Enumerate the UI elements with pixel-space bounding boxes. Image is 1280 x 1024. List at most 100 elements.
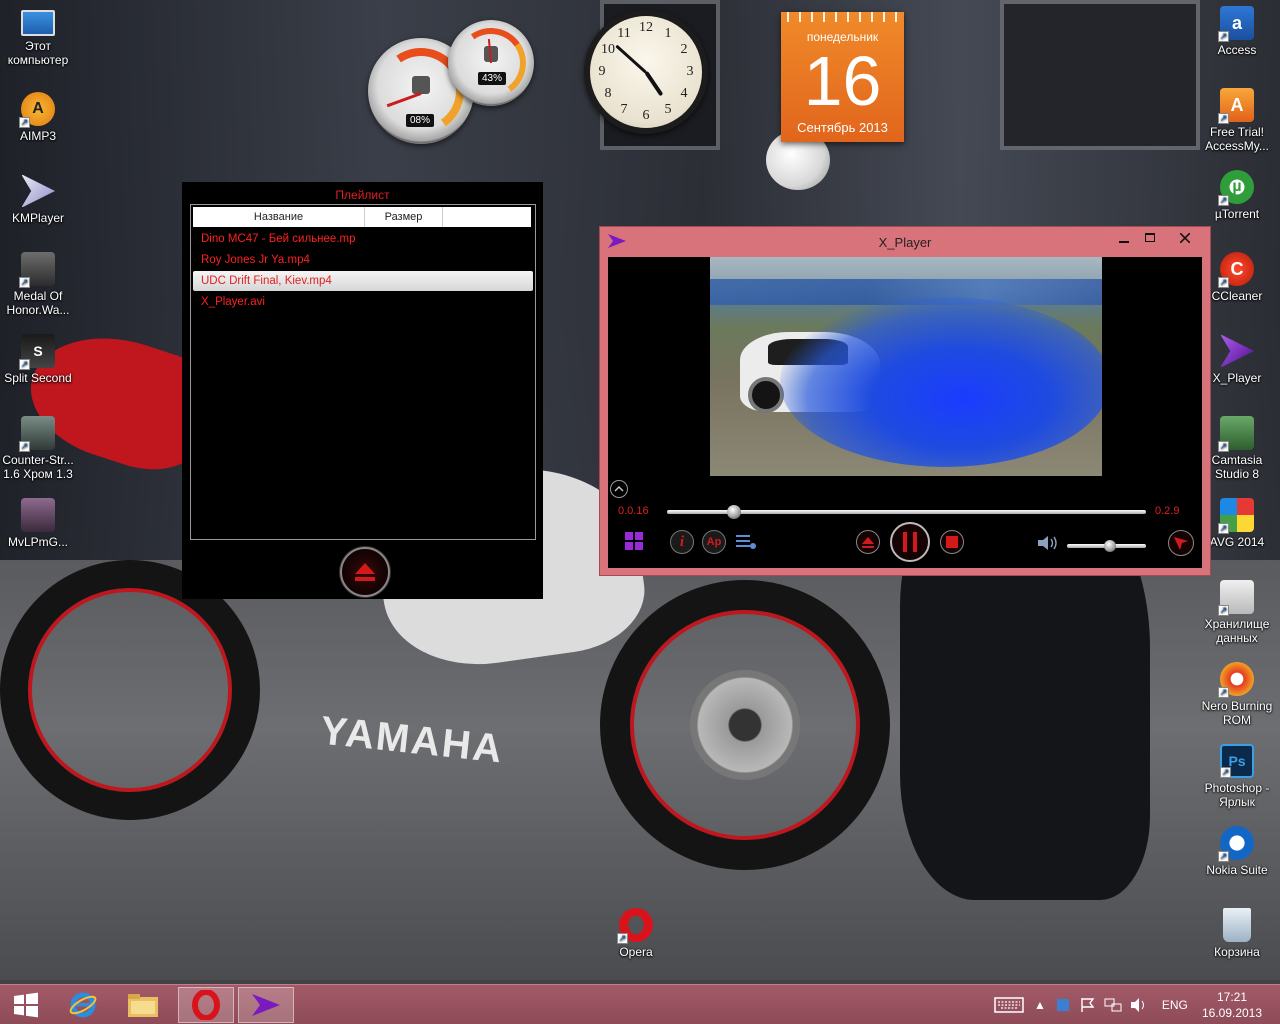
subtitles-button[interactable]: Ap: [702, 530, 726, 554]
desktop-icon-utorrent[interactable]: µ ↗ µTorrent: [1199, 170, 1275, 221]
video-smoke: [780, 297, 1102, 467]
maximize-icon: [1145, 233, 1155, 242]
calendar-gadget[interactable]: понедельник 16 Сентябрь 2013: [781, 12, 904, 142]
language-indicator[interactable]: ENG: [1162, 998, 1188, 1012]
stop-button[interactable]: [940, 530, 964, 554]
desktop-icon-kmplayer[interactable]: KMPlayer: [0, 174, 76, 225]
video-car-wheel: [748, 377, 784, 413]
keyboard-icon[interactable]: [994, 996, 1024, 1014]
desktop-icon-access[interactable]: a ↗ Access: [1199, 6, 1275, 57]
xplayer-window[interactable]: X_Player 0.0.16 0.2.9 i Ap: [599, 226, 1211, 576]
game-icon: ↗: [19, 416, 55, 452]
desktop-icon-label: CCleaner: [1211, 289, 1263, 303]
wallpaper-brake-disc: [690, 670, 800, 780]
eject-icon: [862, 536, 874, 548]
action-center-flag-icon[interactable]: [1080, 997, 1096, 1013]
game-icon: S ↗: [19, 334, 55, 370]
time-total: 0.2.9: [1155, 505, 1180, 517]
playlist-title: Плейлист: [335, 188, 390, 202]
volume-icon[interactable]: [1130, 997, 1148, 1013]
nokia-icon: ↗: [1218, 826, 1254, 862]
xplayer-icon: [252, 994, 280, 1016]
taskbar-xplayer[interactable]: [238, 987, 294, 1023]
avg-icon: ↗: [1218, 498, 1254, 534]
kmplayer-icon: [21, 174, 55, 208]
storage-icon: ↗: [1218, 580, 1254, 616]
clock-numeral: 3: [686, 64, 694, 79]
calendar-rings: [781, 12, 904, 22]
taskbar-internet-explorer[interactable]: [58, 987, 108, 1023]
desktop-icon-label: AVG 2014: [1209, 535, 1265, 549]
desktop-icon-aimp3[interactable]: A ↗ AIMP3: [0, 92, 76, 143]
network-icon[interactable]: [1104, 997, 1122, 1013]
menu-button[interactable]: [1168, 530, 1194, 556]
column-header-name[interactable]: Название: [193, 207, 365, 227]
playlist-item[interactable]: Dino MC47 - Бей сильнее.mp: [193, 229, 533, 249]
playlist-item[interactable]: X_Player.avi: [193, 292, 533, 312]
stop-icon: [946, 536, 958, 548]
column-header-size[interactable]: Размер: [365, 207, 443, 227]
subtitles-icon: Ap: [706, 536, 722, 548]
mute-button[interactable]: [1036, 533, 1060, 553]
desktop-icon-recycle-bin[interactable]: Корзина: [1199, 908, 1275, 959]
playlist-item-selected[interactable]: UDC Drift Final, Kiev.mp4: [193, 271, 533, 291]
maximize-button[interactable]: [1138, 227, 1162, 249]
playlist-toggle-button[interactable]: [734, 530, 758, 554]
desktop-icon-counter-strike[interactable]: ↗ Counter-Str... 1.6 Хром 1.3: [0, 416, 76, 481]
desktop-icon-storage[interactable]: ↗ Хранилище данных: [1199, 580, 1275, 645]
info-button[interactable]: i: [670, 530, 694, 554]
taskbar-opera[interactable]: [178, 987, 234, 1023]
desktop-icon-mvlpmg[interactable]: MvLPmG...: [0, 498, 76, 549]
playlist-list[interactable]: Название Размер Dino MC47 - Бей сильнее.…: [190, 204, 536, 540]
pause-button[interactable]: [890, 522, 930, 562]
clock-gadget[interactable]: 12 1 2 3 4 5 6 7 8 9 10 11: [584, 10, 708, 134]
eject-button[interactable]: [856, 530, 880, 554]
clock-numeral: 4: [680, 86, 688, 101]
wallpaper-rear-wheel: [0, 560, 260, 820]
opera-icon: [192, 990, 220, 1020]
collapse-button[interactable]: [610, 480, 628, 498]
desktop-icon-this-pc[interactable]: Этот компьютер: [0, 6, 76, 67]
start-button[interactable]: [4, 987, 48, 1023]
playlist-eject-button[interactable]: [340, 547, 390, 597]
desktop-icon-label: Opera: [619, 945, 653, 959]
network-adapter-icon[interactable]: [1056, 998, 1070, 1012]
access-trial-icon: A ↗: [1218, 88, 1254, 124]
clock-numeral: 9: [598, 64, 606, 79]
memory-meter-gadget[interactable]: 43%: [448, 20, 534, 106]
minimize-button[interactable]: [1110, 227, 1138, 249]
camtasia-icon: ↗: [1218, 416, 1254, 452]
internet-explorer-icon: [69, 992, 97, 1018]
playlist-item[interactable]: Roy Jones Jr Ya.mp4: [193, 250, 533, 270]
volume-slider[interactable]: [1067, 540, 1146, 552]
close-icon: [1180, 233, 1190, 243]
desktop-icon-access-trial[interactable]: A ↗ Free Trial! AccessMy...: [1199, 88, 1275, 153]
desktop-icon-label: Photoshop - Ярлык: [1204, 781, 1270, 809]
seek-thumb[interactable]: [727, 505, 742, 519]
desktop-icon-opera[interactable]: ↗ Opera: [598, 908, 674, 959]
close-button[interactable]: [1162, 227, 1208, 249]
desktop-icon-nero[interactable]: ↗ Nero Burning ROM: [1199, 662, 1275, 727]
taskbar-file-explorer[interactable]: [118, 987, 168, 1023]
seek-bar[interactable]: [667, 505, 1146, 519]
show-hidden-icons-button[interactable]: ▲: [1034, 998, 1046, 1012]
access-icon: a ↗: [1218, 6, 1254, 42]
desktop-icon-medal-of-honor[interactable]: ↗ Medal Of Honor.Wa...: [0, 252, 76, 317]
nero-icon: ↗: [1218, 662, 1254, 698]
desktop-icon-nokia-suite[interactable]: ↗ Nokia Suite: [1199, 826, 1275, 877]
desktop-icon-photoshop[interactable]: Ps ↗ Photoshop - Ярлык: [1199, 744, 1275, 809]
playlist-window[interactable]: Плейлист Название Размер Dino MC47 - Бей…: [182, 182, 543, 599]
cpu-percent: 08%: [406, 114, 435, 127]
arrow-menu-icon: [1174, 537, 1188, 550]
video-frame[interactable]: [710, 257, 1102, 476]
chevron-up-icon: [614, 486, 624, 492]
windows-menu-button[interactable]: [622, 529, 646, 553]
column-header-empty: [443, 207, 529, 227]
desktop-icon-label: Nokia Suite: [1206, 863, 1268, 877]
desktop-icon-split-second[interactable]: S ↗ Split Second: [0, 334, 76, 385]
taskbar-clock[interactable]: 17:21 16.09.2013: [1196, 989, 1268, 1021]
volume-thumb[interactable]: [1104, 540, 1117, 552]
desktop-icon-label: Counter-Str... 1.6 Хром 1.3: [2, 453, 74, 481]
playlist-header: Название Размер: [193, 207, 531, 227]
xplayer-titlebar[interactable]: X_Player: [600, 227, 1210, 255]
